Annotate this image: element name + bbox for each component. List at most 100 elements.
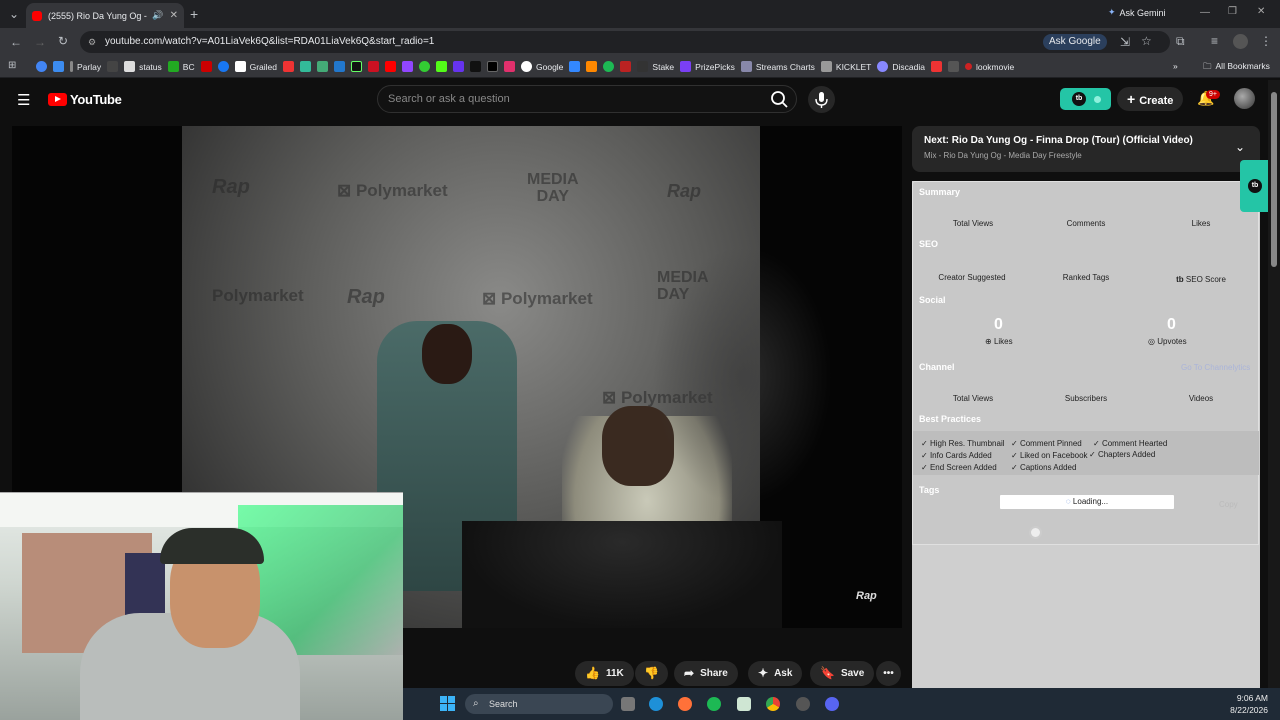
bookmark-se[interactable] (283, 61, 294, 72)
bookmark-yt[interactable] (385, 61, 396, 72)
bookmark-discadia[interactable]: Discadia (877, 61, 925, 72)
bookmark-facebook[interactable] (217, 61, 229, 72)
bookmark-red[interactable] (200, 61, 212, 72)
tab-search-icon[interactable]: ⌄ (9, 8, 19, 20)
bookmark-parlay[interactable]: Parlay (70, 61, 101, 72)
profile-avatar[interactable] (1233, 34, 1248, 49)
bookmark-tablet[interactable] (53, 61, 64, 72)
all-bookmarks-button[interactable]: 🗀 All Bookmarks (1203, 61, 1270, 75)
bookmark-instagram[interactable] (504, 61, 515, 72)
dislike-button[interactable]: 👎 (635, 661, 668, 686)
bookmark-purple[interactable] (453, 61, 464, 72)
extensions-icon[interactable]: ⧉ (1176, 35, 1185, 47)
bookmark-x-logo[interactable] (107, 61, 119, 72)
voice-search-button[interactable] (808, 86, 835, 113)
hamburger-menu-icon[interactable]: ☰ (17, 91, 30, 109)
new-tab-button[interactable]: + (190, 6, 198, 22)
streams-charts-icon (740, 61, 752, 72)
vidiq-extension-button[interactable]: tb (1060, 88, 1111, 110)
like-button[interactable]: 👍 11K (575, 661, 634, 686)
bookmark-r[interactable] (368, 61, 379, 72)
share-button[interactable]: ➦ Share (674, 661, 738, 686)
bookmark-play[interactable] (419, 61, 430, 72)
taskbar-clock[interactable]: 9:06 AM 8/22/2026 (1222, 692, 1268, 716)
save-button[interactable]: 🔖 Save (810, 661, 875, 686)
bookmark-kick[interactable] (436, 61, 447, 72)
bookmark-bc[interactable]: BC (167, 61, 195, 72)
account-avatar[interactable] (1234, 88, 1255, 109)
speaker-icon[interactable]: 🔊 (152, 10, 163, 21)
chrome-taskbar-icon[interactable] (766, 697, 780, 711)
bookmark-stake[interactable]: Stake (637, 61, 674, 72)
edge-icon[interactable] (649, 697, 663, 711)
bookmark-s[interactable] (930, 61, 942, 72)
summary-comments: Comments (1066, 219, 1106, 228)
up-next-card[interactable]: Next: Rio Da Yung Og - Finna Drop (Tour)… (912, 126, 1260, 172)
install-icon[interactable]: ⇲ (1120, 36, 1130, 48)
bookmark-grailed[interactable]: Grailed (234, 61, 277, 72)
url-field[interactable]: ⚙ youtube.com/watch?v=A01LiaVek6Q&list=R… (80, 31, 1170, 53)
bookmark-chart[interactable] (620, 61, 632, 72)
bookmark-streams-charts[interactable]: Streams Charts (740, 61, 815, 72)
bookmark-chrome[interactable] (36, 61, 47, 72)
ask-gemini-button[interactable]: ✦ Ask Gemini (1108, 7, 1166, 18)
bookmark-google[interactable]: Google (521, 61, 563, 72)
ask-google-button[interactable]: Ask Google (1043, 34, 1107, 50)
copy-tags-button[interactable]: Copy (1219, 500, 1238, 509)
go-to-channelytics-link[interactable]: Go To Channelytics (1181, 363, 1250, 372)
bookmark-fox[interactable] (334, 61, 345, 72)
taskbar-search[interactable]: ⌕ Search (465, 694, 613, 714)
bookmark-green[interactable] (300, 61, 311, 72)
bookmark-orange[interactable] (586, 61, 598, 72)
seo-score-label: SEO Score (1185, 275, 1226, 284)
close-window-icon[interactable]: ✕ (1257, 6, 1265, 17)
bookmark-spotify[interactable] (603, 61, 615, 72)
scrollbar-thumb[interactable] (1271, 92, 1277, 267)
extension-side-tab[interactable]: tb (1240, 160, 1270, 212)
bookmark-7[interactable] (947, 61, 959, 72)
close-tab-icon[interactable]: ✕ (170, 10, 178, 21)
media-icon[interactable]: ≡ (1211, 35, 1218, 47)
thumbs-up-icon: 👍 (585, 666, 600, 680)
menu-icon[interactable]: ⋮ (1260, 35, 1272, 47)
notepad-icon[interactable] (737, 697, 751, 711)
reload-icon[interactable]: ↻ (58, 35, 68, 47)
apps-icon[interactable]: ⊞ (8, 61, 16, 71)
obs-icon[interactable] (796, 697, 810, 711)
bookmark-lookmovie[interactable]: lookmovie (964, 62, 1014, 72)
bookmark-star-icon[interactable]: ☆ (1141, 35, 1152, 47)
search-button[interactable] (765, 85, 795, 113)
firefox-icon[interactable] (678, 697, 692, 711)
bookmark-blue[interactable] (317, 61, 328, 72)
discord-icon[interactable] (825, 697, 839, 711)
bp-item: ✓ Liked on Facebook (1011, 451, 1088, 460)
ask-button[interactable]: ✦ Ask (748, 661, 803, 686)
bookmark-kicklet[interactable]: KICKLET (820, 61, 871, 72)
search-input[interactable]: Search or ask a question (377, 85, 797, 113)
more-bookmarks-icon[interactable]: » (1173, 61, 1178, 71)
minimize-icon[interactable]: — (1200, 7, 1210, 18)
bookmark-prizepicks[interactable]: PrizePicks (680, 61, 735, 72)
youtube-logo[interactable]: YouTube (48, 92, 122, 107)
chevron-down-icon[interactable]: ⌄ (1235, 140, 1245, 154)
bookmark-a[interactable] (569, 61, 581, 72)
bookmark-h[interactable] (351, 61, 362, 72)
bookmark-x[interactable] (487, 61, 498, 72)
bookmark-twitch[interactable] (402, 61, 413, 72)
seo-ranked-tags: Ranked Tags (1062, 273, 1110, 282)
bp-item: ✓ High Res. Thumbnail (921, 439, 1005, 448)
back-icon[interactable]: ← (10, 36, 22, 48)
site-info-icon[interactable]: ⚙ (88, 31, 96, 53)
spotify-taskbar-icon[interactable] (707, 697, 721, 711)
maximize-icon[interactable]: ❐ (1228, 6, 1237, 17)
s-icon (930, 61, 942, 72)
tab-youtube[interactable]: (2555) Rio Da Yung Og - M 🔊 ✕ (26, 3, 184, 28)
task-view-icon[interactable] (621, 697, 635, 711)
bookmark-tiktok[interactable] (470, 61, 481, 72)
bookmark-status[interactable]: status (124, 61, 162, 72)
create-button[interactable]: + Create (1117, 87, 1184, 111)
microphone-cluster (462, 521, 782, 628)
windows-start-icon[interactable] (440, 696, 455, 711)
more-actions-button[interactable]: ••• (876, 661, 901, 686)
forward-icon[interactable]: → (34, 36, 46, 48)
